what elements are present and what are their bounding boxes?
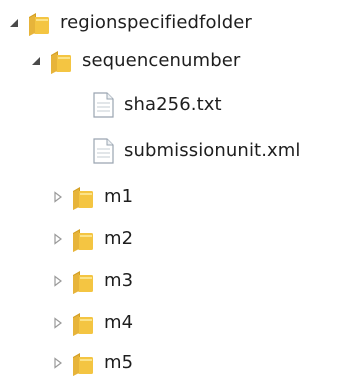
tree-node-label: m5 <box>104 352 134 373</box>
tree-node-m4[interactable]: m4 <box>52 306 133 340</box>
tree-node-label: m3 <box>104 270 134 291</box>
folder-icon <box>70 225 96 253</box>
folder-icon <box>70 267 96 295</box>
folder-open-icon <box>26 9 52 37</box>
folder-icon <box>70 183 96 211</box>
collapsed-triangle-icon[interactable] <box>52 317 64 329</box>
expanded-triangle-icon[interactable] <box>30 55 42 67</box>
folder-open-icon <box>48 47 74 75</box>
tree-node-root[interactable]: regionspecifiedfolder <box>8 6 252 40</box>
expanded-triangle-icon[interactable] <box>8 17 20 29</box>
collapsed-triangle-icon[interactable] <box>52 357 64 369</box>
tree-node-label: m4 <box>104 312 134 333</box>
folder-icon <box>70 309 96 337</box>
tree-node-label: regionspecifiedfolder <box>60 12 252 33</box>
tree-node-m3[interactable]: m3 <box>52 264 133 298</box>
tree-node-m2[interactable]: m2 <box>52 222 133 256</box>
folder-tree: regionspecifiedfolder sequencenumber sha… <box>0 0 340 381</box>
tree-node-label: sequencenumber <box>82 50 241 71</box>
tree-node-sequencenumber[interactable]: sequencenumber <box>30 44 240 78</box>
tree-node-label: m1 <box>104 186 134 207</box>
tree-node-label: m2 <box>104 228 134 249</box>
collapsed-triangle-icon[interactable] <box>52 275 64 287</box>
text-file-icon <box>90 91 116 119</box>
tree-node-file[interactable]: submissionunit.xml <box>90 134 301 168</box>
collapsed-triangle-icon[interactable] <box>52 191 64 203</box>
collapsed-triangle-icon[interactable] <box>52 233 64 245</box>
tree-node-label: sha256.txt <box>124 94 222 115</box>
folder-icon <box>70 349 96 377</box>
tree-node-m1[interactable]: m1 <box>52 180 133 214</box>
text-file-icon <box>90 137 116 165</box>
tree-node-label: submissionunit.xml <box>124 140 301 161</box>
tree-node-m5[interactable]: m5 <box>52 346 133 380</box>
tree-node-file[interactable]: sha256.txt <box>90 88 222 122</box>
